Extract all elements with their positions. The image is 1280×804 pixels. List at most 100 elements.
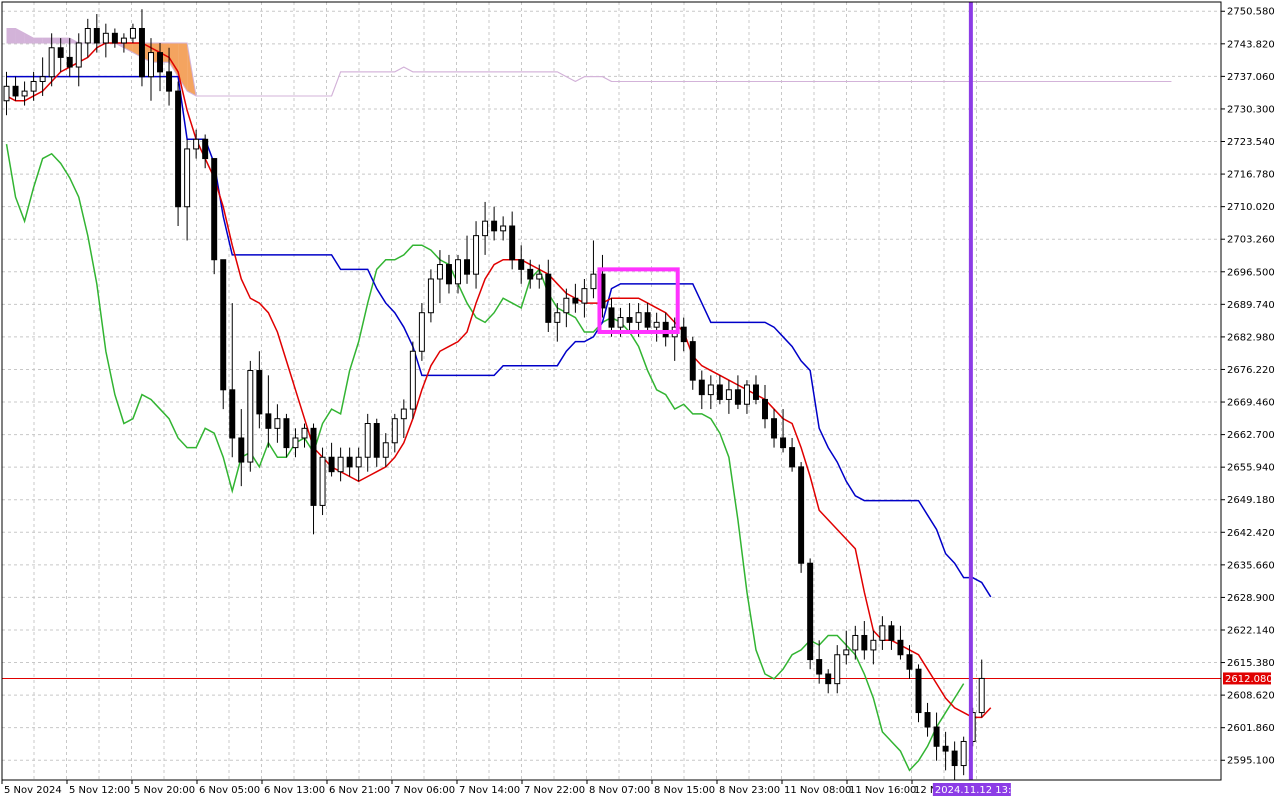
candle-body-down: [951, 750, 958, 767]
candle-body-down: [346, 456, 353, 468]
candle-body-up: [554, 312, 561, 323]
y-tick-label: 2622.140: [1227, 625, 1275, 636]
candle-body-up: [870, 639, 877, 651]
y-tick-label: 2628.900: [1227, 593, 1275, 604]
candle-body-up: [473, 235, 480, 275]
y-tick-label: 2669.460: [1227, 398, 1275, 409]
candle-body-up: [500, 225, 507, 232]
candle-body-down: [464, 259, 471, 275]
candle-body-up: [482, 220, 489, 237]
y-tick-label: 2649.180: [1227, 495, 1275, 506]
candle-body-down: [825, 673, 832, 685]
y-tick-label: 2730.300: [1227, 104, 1275, 115]
candle-body-up: [274, 418, 281, 429]
candle-body-down: [933, 726, 940, 747]
candle-body-down: [265, 413, 272, 429]
candle-body-up: [409, 350, 416, 410]
x-tick-label: 5 Nov 20:00: [134, 785, 195, 796]
candle-body-up: [617, 317, 624, 328]
current-price-value: 2612.080: [1225, 674, 1273, 685]
candle-body-up: [337, 456, 344, 473]
x-tick-label: 6 Nov 13:00: [264, 785, 325, 796]
candle-body-down: [12, 85, 19, 97]
candle-body-up: [102, 32, 109, 44]
candle-body-down: [888, 625, 895, 641]
candle-body-down: [283, 418, 290, 449]
y-tick-label: 2662.700: [1227, 430, 1275, 441]
candle-body-up: [292, 437, 299, 449]
candle-body-down: [734, 389, 741, 405]
x-tick-label: 5 Nov 12:00: [69, 785, 130, 796]
candle-body-down: [780, 437, 787, 449]
y-tick-label: 2682.980: [1227, 332, 1275, 343]
cloud-segment: [51, 38, 61, 43]
candle-body-down: [445, 264, 452, 285]
candle-body-down: [752, 384, 759, 400]
candle-body-up: [355, 456, 362, 468]
candle-body-up: [39, 76, 46, 82]
y-tick-label: 2703.260: [1227, 235, 1275, 246]
candle-body-down: [608, 307, 615, 328]
chart-canvas[interactable]: 2750.580 2743.820 2737.060 2730.300 2723.540…: [0, 0, 1280, 800]
x-tick-label: 11 Nov 16:00: [849, 785, 916, 796]
candle-body-up: [301, 427, 308, 439]
candle-body-down: [166, 71, 173, 92]
candle-body-down: [942, 745, 949, 752]
candle-body-down: [662, 321, 669, 338]
candle-body-down: [644, 312, 651, 328]
candle-body-up: [455, 259, 461, 285]
selected-time-value: 2024.11.12 13:00: [935, 785, 1024, 796]
candle-body-up: [653, 321, 660, 328]
candle-body-down: [626, 317, 633, 323]
x-tick-label: 11 Nov 08:00: [784, 785, 851, 796]
candle-body-up: [725, 389, 732, 400]
candle-body-down: [572, 297, 579, 304]
candle-body-down: [57, 47, 64, 58]
x-tick-label: 7 Nov 14:00: [459, 785, 520, 796]
price-chart[interactable]: 2750.580 2743.820 2737.060 2730.300 2723.540…: [0, 0, 1280, 800]
candle-body-up: [978, 677, 985, 714]
y-tick-label: 2723.540: [1227, 137, 1275, 148]
candle-body-up: [184, 148, 191, 208]
cloud-segment: [6, 28, 16, 43]
candle-body-up: [707, 384, 714, 396]
y-tick-label: 2743.820: [1227, 39, 1275, 50]
candle-body-up: [391, 418, 398, 444]
candle-body-up: [418, 312, 425, 352]
candle-body-up: [3, 85, 10, 102]
candle-body-down: [211, 158, 218, 261]
candle-body-down: [202, 138, 209, 160]
candle-body-up: [536, 273, 543, 280]
cloud-segment: [42, 38, 52, 43]
x-tick-label: 6 Nov 05:00: [199, 785, 260, 796]
candle-body-down: [93, 27, 100, 44]
candle-body-down: [518, 259, 525, 270]
candle-body-down: [798, 466, 805, 564]
candle-body-down: [906, 654, 913, 670]
candle-body-up: [364, 423, 371, 458]
x-tick-label: 7 Nov 22:00: [524, 785, 585, 796]
y-tick-label: 2716.780: [1227, 170, 1275, 181]
y-tick-label: 2696.500: [1227, 267, 1275, 278]
candle-body-up: [84, 27, 91, 44]
y-tick-label: 2595.100: [1227, 756, 1275, 767]
candle-body-up: [743, 384, 750, 405]
candle-body-up: [30, 80, 37, 92]
candle-body-up: [148, 52, 154, 78]
candle-body-down: [924, 712, 931, 728]
candle-body-down: [861, 634, 868, 651]
candle-body-up: [635, 312, 642, 323]
y-tick-label: 2615.380: [1227, 658, 1275, 669]
candle-body-down: [789, 447, 796, 468]
candle-body-up: [563, 297, 570, 314]
candle-body-down: [545, 273, 552, 323]
y-tick-label: 2642.420: [1227, 528, 1275, 539]
candle-body-down: [689, 341, 696, 381]
x-tick-label: 6 Nov 21:00: [329, 785, 390, 796]
y-tick-label: 2655.940: [1227, 463, 1275, 474]
candle-body-up: [382, 442, 389, 458]
candle-body-up: [120, 37, 127, 44]
cloud-segment: [33, 38, 43, 43]
candle-body-down: [256, 370, 263, 415]
candle-body-down: [897, 639, 904, 656]
